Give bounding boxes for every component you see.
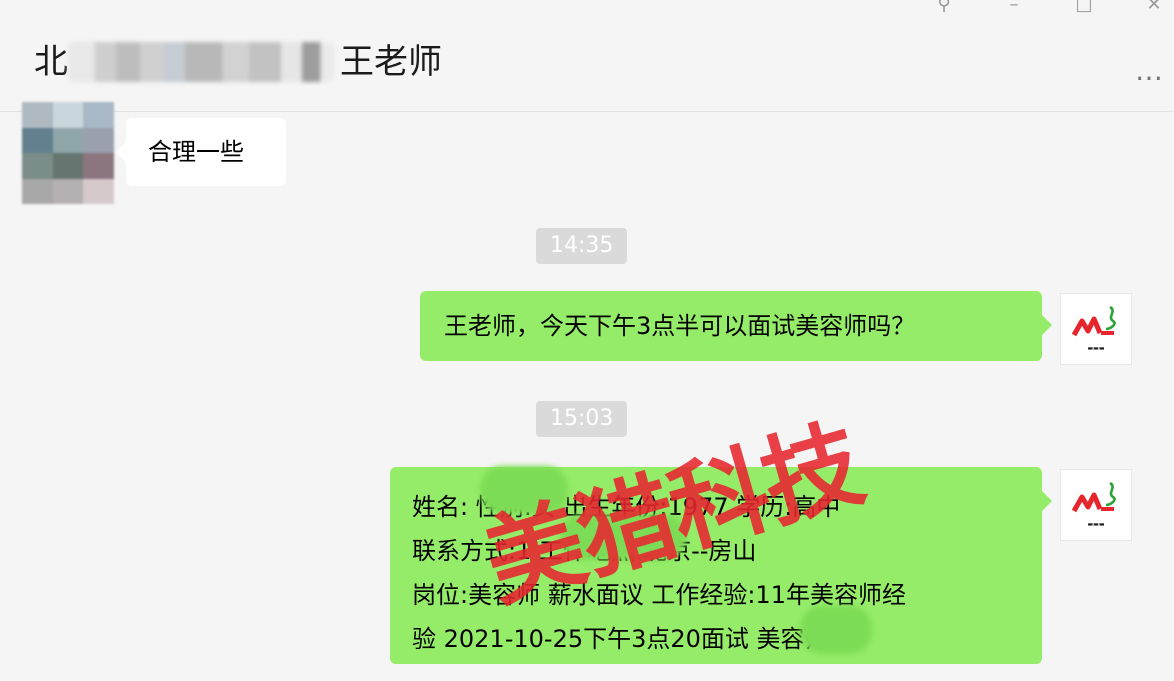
timestamp: 15:03: [536, 401, 628, 437]
logo-caption: ▬▬▬: [1087, 521, 1105, 528]
redacted-name: [68, 42, 334, 82]
title-prefix: 北: [34, 42, 68, 82]
logo-caption: ▬▬▬: [1087, 345, 1105, 352]
title-suffix: 王老师: [340, 42, 442, 82]
incoming-message-bubble[interactable]: 合理一些: [116, 118, 286, 186]
message-line: 岗位:美容师 薪水面议 工作经验:11年美容师经: [412, 581, 906, 609]
more-dots-icon[interactable]: …: [1135, 54, 1166, 87]
logo-icon: [1071, 481, 1116, 513]
my-avatar[interactable]: ▬▬▬: [1060, 293, 1132, 365]
logo-icon: [1071, 305, 1116, 337]
chat-title: 北 王老师: [34, 40, 442, 84]
chat-header: 北 王老师 …: [0, 0, 1174, 112]
contact-avatar[interactable]: [22, 102, 114, 204]
message-line: 联系方式:1 工作地点:北京--房山: [412, 537, 756, 565]
timestamp: 14:35: [536, 228, 628, 264]
redaction-blur: [800, 606, 872, 654]
my-avatar[interactable]: ▬▬▬: [1060, 469, 1132, 541]
redaction-blur: [480, 466, 568, 514]
incoming-message-text: 合理一些: [148, 138, 244, 166]
redaction-blur: [560, 514, 686, 560]
outgoing-message-text: 王老师，今天下午3点半可以面试美容师吗？: [444, 312, 916, 340]
message-line: 验 2021-10-25下午3点20面试 美容师: [412, 625, 829, 653]
outgoing-message-bubble[interactable]: 王老师，今天下午3点半可以面试美容师吗？: [420, 291, 1052, 361]
